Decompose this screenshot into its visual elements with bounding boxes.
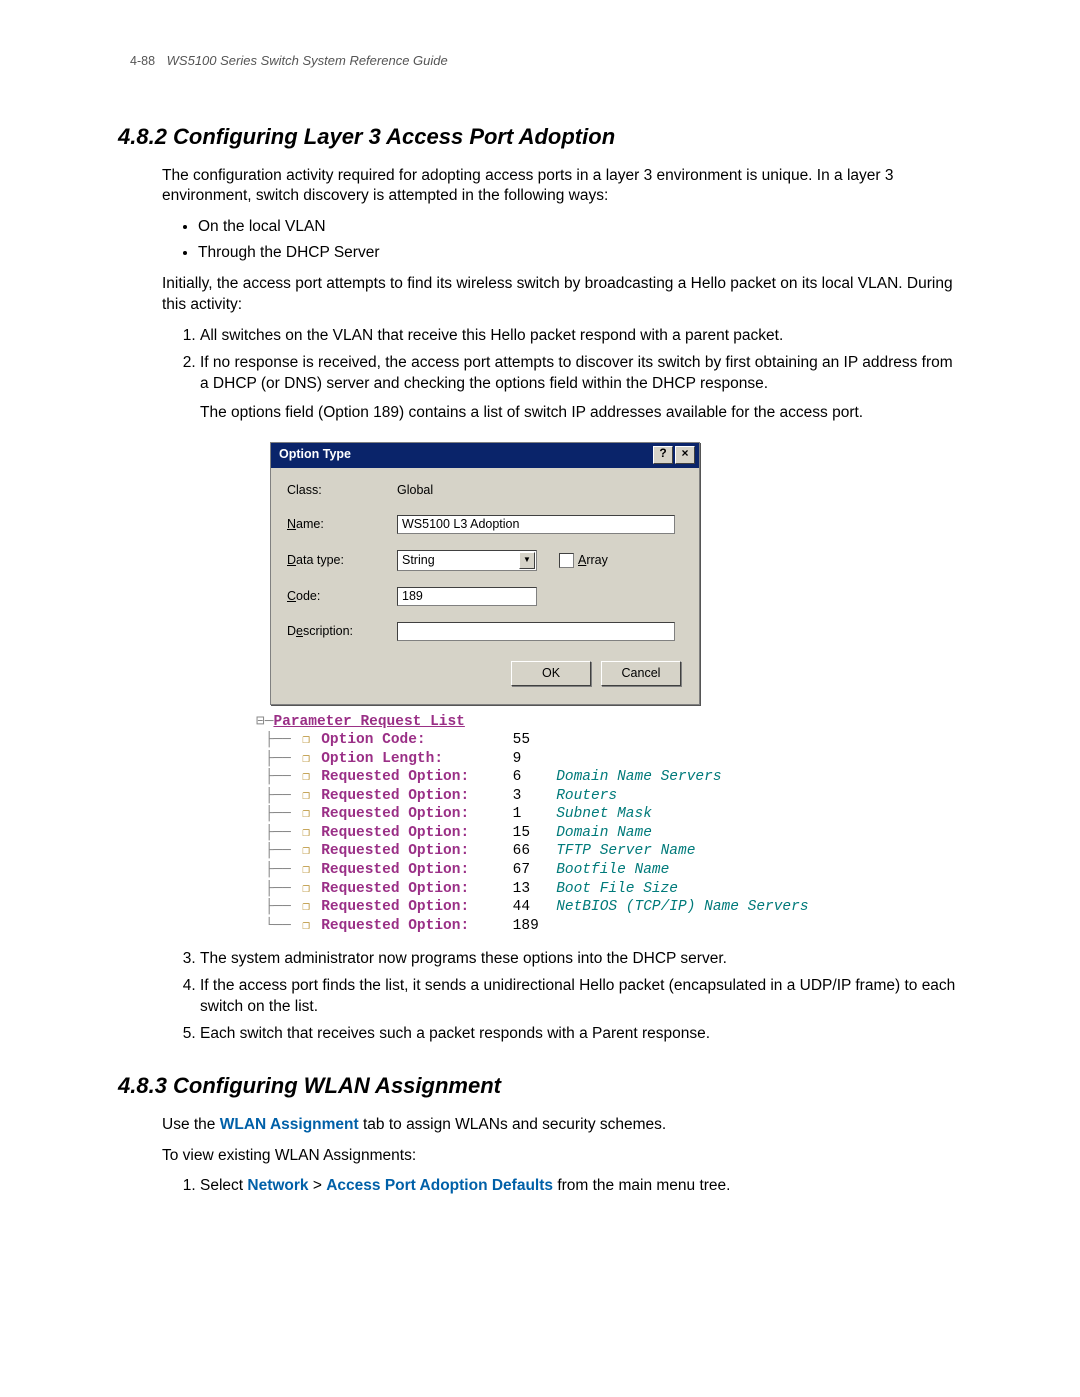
datatype-label: Data type: xyxy=(287,552,397,569)
section-483-body: Use the WLAN Assignment tab to assign WL… xyxy=(162,1115,962,1198)
section-heading-483: 4.8.3 Configuring WLAN Assignment xyxy=(118,1071,962,1101)
dialog-title: Option Type xyxy=(279,446,351,463)
steps-1-2: All switches on the VLAN that receive th… xyxy=(162,326,962,424)
dialog-body: Class: Global Name: Data type: String ▼ xyxy=(271,468,699,704)
checkbox-icon xyxy=(559,553,574,568)
text: > xyxy=(309,1177,327,1194)
step-3: The system administrator now programs th… xyxy=(200,949,962,970)
array-label: Array xyxy=(578,552,608,569)
dialog-window: Option Type ? × Class: Global Name: xyxy=(270,442,700,705)
bullet-item: Through the DHCP Server xyxy=(198,243,962,264)
text: from the main menu tree. xyxy=(553,1177,730,1194)
description-input[interactable] xyxy=(397,622,675,641)
array-checkbox[interactable]: Array xyxy=(559,552,608,569)
cancel-button[interactable]: Cancel xyxy=(601,661,681,686)
ok-button[interactable]: OK xyxy=(511,661,591,686)
dialog-titlebar: Option Type ? × xyxy=(271,443,699,468)
step-2: If no response is received, the access p… xyxy=(200,353,962,424)
datatype-select[interactable]: String ▼ xyxy=(397,550,537,571)
network-link[interactable]: Network xyxy=(247,1177,308,1194)
option-type-dialog-figure: Option Type ? × Class: Global Name: xyxy=(270,442,700,705)
page-number: 4-88 xyxy=(130,54,155,68)
datatype-value: String xyxy=(402,552,435,569)
step-2-text: If no response is received, the access p… xyxy=(200,354,953,392)
page: 4-88 WS5100 Series Switch System Referen… xyxy=(0,0,1080,1397)
name-label: Name: xyxy=(287,516,397,533)
steps-483: Select Network > Access Port Adoption De… xyxy=(162,1176,962,1197)
dialog-buttons: OK Cancel xyxy=(287,657,687,694)
description-label: Description: xyxy=(287,623,397,640)
name-input[interactable] xyxy=(397,515,675,534)
code-input[interactable] xyxy=(397,587,537,606)
paragraph: To view existing WLAN Assignments: xyxy=(162,1146,962,1167)
text: tab to assign WLANs and security schemes… xyxy=(359,1116,667,1133)
guide-title: WS5100 Series Switch System Reference Gu… xyxy=(167,53,448,68)
paragraph: The configuration activity required for … xyxy=(162,166,962,208)
paragraph: Initially, the access port attempts to f… xyxy=(162,274,962,316)
wlan-assignment-link[interactable]: WLAN Assignment xyxy=(220,1116,359,1133)
paragraph: Use the WLAN Assignment tab to assign WL… xyxy=(162,1115,962,1136)
step-5: Each switch that receives such a packet … xyxy=(200,1024,962,1045)
code-label: Code: xyxy=(287,588,397,605)
close-button[interactable]: × xyxy=(675,446,695,464)
parameter-request-list-tree: ⊟─Parameter Request List ├── ❐ Option Co… xyxy=(256,713,962,936)
chevron-down-icon: ▼ xyxy=(519,552,535,569)
step-4: If the access port finds the list, it se… xyxy=(200,976,962,1018)
step-1: All switches on the VLAN that receive th… xyxy=(200,326,962,347)
bullet-item: On the local VLAN xyxy=(198,217,962,238)
text: Use the xyxy=(162,1116,220,1133)
help-button[interactable]: ? xyxy=(653,446,673,464)
adoption-defaults-link[interactable]: Access Port Adoption Defaults xyxy=(326,1177,553,1194)
step-1: Select Network > Access Port Adoption De… xyxy=(200,1176,962,1197)
section-482-body: The configuration activity required for … xyxy=(162,166,962,1045)
class-value: Global xyxy=(397,482,433,499)
steps-3-5: The system administrator now programs th… xyxy=(162,949,962,1045)
discovery-bullets: On the local VLAN Through the DHCP Serve… xyxy=(162,217,962,264)
class-label: Class: xyxy=(287,482,397,499)
section-heading-482: 4.8.2 Configuring Layer 3 Access Port Ad… xyxy=(118,122,962,152)
page-header: 4-88 WS5100 Series Switch System Referen… xyxy=(130,52,962,70)
text: Select xyxy=(200,1177,247,1194)
step-2-sub: The options field (Option 189) contains … xyxy=(200,403,962,424)
